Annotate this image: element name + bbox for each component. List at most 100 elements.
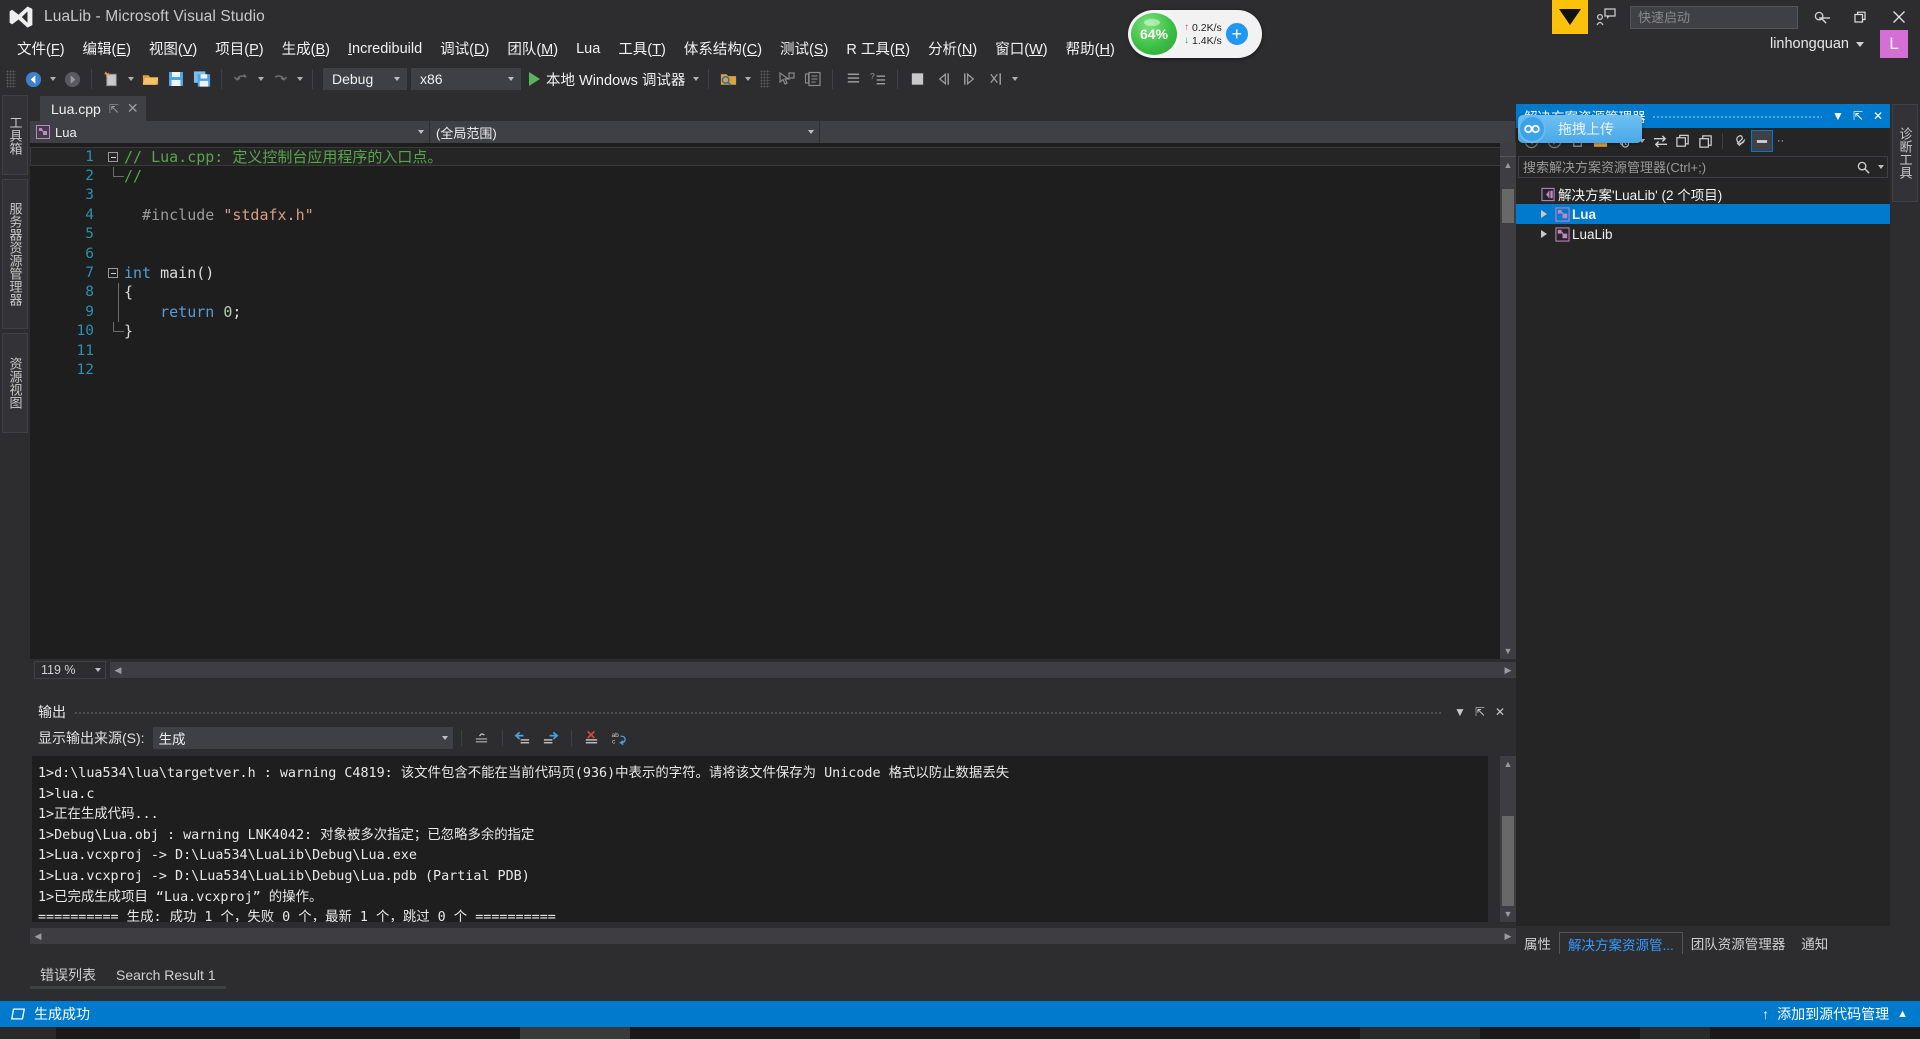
menu-item-2[interactable]: 视图(V) (140, 35, 206, 62)
output-dropdown-button[interactable]: ▼ (1450, 700, 1470, 724)
menu-item-7[interactable]: 团队(M) (498, 35, 567, 62)
code-line[interactable]: 3 (30, 186, 1516, 205)
scroll-right-arrow-icon[interactable]: ▶ (1500, 928, 1516, 944)
right-dock-tab-0[interactable]: 诊断工具 (1892, 104, 1918, 202)
fold-margin[interactable] (102, 151, 124, 162)
close-icon[interactable]: ✕ (127, 100, 139, 117)
menu-item-8[interactable]: Lua (567, 38, 609, 60)
clear-output-button[interactable] (470, 726, 494, 750)
find-dropdown[interactable] (741, 67, 754, 91)
solution-explorer-bottom-tab-3[interactable]: 通知 (1793, 932, 1836, 954)
scroll-up-arrow-icon[interactable]: ▲ (1500, 157, 1516, 173)
scroll-left-arrow-icon[interactable]: ◀ (30, 928, 46, 944)
code-line[interactable]: 4 #include "stdafx.h" (30, 205, 1516, 224)
menu-item-14[interactable]: 窗口(W) (986, 35, 1056, 62)
tree-row[interactable]: Lua (1516, 204, 1890, 224)
scrollbar-thumb[interactable] (1502, 189, 1514, 223)
refresh-button[interactable] (1672, 130, 1694, 152)
navbar-member-combo[interactable] (820, 121, 1516, 143)
code-line[interactable]: 12 (30, 360, 1516, 379)
code-line[interactable]: 7 int main() (30, 263, 1516, 282)
code-line[interactable]: 10} (30, 322, 1516, 341)
menu-item-10[interactable]: 体系结构(C) (675, 35, 771, 62)
comment-lines-button[interactable] (839, 67, 865, 91)
scroll-down-arrow-icon[interactable]: ▼ (1500, 643, 1516, 659)
navbar-scope-combo[interactable]: (全局范围) (430, 121, 820, 143)
output-text-area[interactable]: 1>d:\lua534\lua\targetver.h : warning C4… (32, 756, 1488, 922)
clear-bookmarks-button[interactable] (982, 67, 1008, 91)
editor-horizontal-scrollbar[interactable]: ◀ ▶ (110, 662, 1516, 678)
collapse-all-button[interactable] (1695, 130, 1717, 152)
editor-vertical-scrollbar[interactable]: ▲ ▼ (1500, 143, 1516, 659)
solution-explorer-search-input[interactable] (1523, 159, 1852, 175)
menu-item-12[interactable]: R 工具(R) (837, 35, 919, 62)
avatar[interactable]: L (1880, 30, 1908, 58)
navbar-project-combo[interactable]: Lua (30, 121, 430, 143)
panel-close-button[interactable]: ✕ (1868, 104, 1888, 128)
menu-item-0[interactable]: 文件(F) (8, 35, 74, 62)
output-source-combo[interactable]: 生成 (152, 727, 453, 749)
minimize-button[interactable] (1806, 0, 1842, 34)
solution-platform-combo[interactable]: x86 (411, 68, 521, 90)
menu-item-4[interactable]: 生成(B) (273, 35, 339, 62)
open-file-button[interactable] (137, 67, 163, 91)
tree-row[interactable]: LuaLib (1516, 224, 1890, 244)
scroll-left-arrow-icon[interactable]: ◀ (110, 662, 126, 678)
start-debugging-button[interactable]: 本地 Windows 调试器 (521, 69, 689, 90)
toggle-word-wrap-button[interactable]: ab c (608, 726, 632, 750)
scrollbar-thumb[interactable] (1502, 816, 1514, 906)
toolbar-grip[interactable] (760, 70, 771, 88)
solution-configuration-combo[interactable]: Debug (323, 68, 407, 90)
fold-margin[interactable] (102, 282, 124, 303)
fold-margin[interactable] (102, 322, 124, 340)
view-class-diagram-button[interactable] (800, 67, 826, 91)
navigate-backward-dropdown[interactable] (46, 67, 59, 91)
navigate-backward-button[interactable] (20, 67, 46, 91)
quick-launch-box[interactable] (1630, 5, 1827, 29)
panel-pin-button[interactable]: ⇱ (1848, 104, 1868, 128)
panel-dropdown-button[interactable]: ▼ (1828, 104, 1848, 128)
code-line[interactable]: 9 return 0; (30, 302, 1516, 322)
document-tab-lua-cpp[interactable]: Lua.cpp ⇱ ✕ (40, 96, 146, 121)
search-options-dropdown[interactable] (1874, 156, 1887, 178)
menu-item-1[interactable]: 编辑(E) (74, 35, 140, 62)
go-to-previous-message-button[interactable] (511, 726, 535, 750)
restore-button[interactable] (1842, 0, 1878, 34)
toolbar-grip[interactable] (6, 70, 16, 88)
redo-dropdown[interactable] (293, 67, 306, 91)
menu-item-11[interactable]: 测试(S) (771, 35, 837, 62)
solution-explorer-bottom-tab-0[interactable]: 属性 (1516, 932, 1559, 954)
expander-arrow-icon[interactable] (1536, 230, 1552, 238)
solution-explorer-bottom-tab-2[interactable]: 团队资源管理器 (1683, 932, 1794, 954)
new-project-dropdown[interactable] (124, 67, 137, 91)
toggle-bookmark-button[interactable] (904, 67, 930, 91)
bottom-tab-0[interactable]: 错误列表 (30, 964, 106, 986)
fold-margin[interactable] (102, 268, 124, 279)
send-feedback-button[interactable] (1588, 0, 1624, 34)
output-close-button[interactable]: ✕ (1490, 700, 1510, 724)
undo-dropdown[interactable] (254, 67, 267, 91)
code-line[interactable]: 6 (30, 244, 1516, 263)
expander-arrow-icon[interactable] (1536, 210, 1552, 218)
sync-with-active-document-button[interactable] (1649, 130, 1671, 152)
toolbar-overflow-button[interactable] (1008, 67, 1021, 91)
taskbar-item[interactable] (520, 1027, 630, 1039)
code-editor-surface[interactable]: 1// Lua.cpp: 定义控制台应用程序的入口点。 2//3 4 #includ… (30, 143, 1516, 659)
scroll-up-arrow-icon[interactable]: ▲ (1500, 756, 1516, 772)
menu-item-6[interactable]: 调试(D) (431, 35, 498, 62)
save-all-button[interactable] (189, 67, 215, 91)
code-line[interactable]: 5 (30, 225, 1516, 244)
code-line[interactable]: 8{ (30, 282, 1516, 303)
go-to-definition-button[interactable] (774, 67, 800, 91)
code-line[interactable]: 1 // Lua.cpp: 定义控制台应用程序的入口点。 (30, 147, 1516, 167)
status-bar-right[interactable]: ↑ 添加到源代码管理 ▲ (1762, 1004, 1920, 1024)
save-button[interactable] (163, 67, 189, 91)
previous-bookmark-button[interactable] (930, 67, 956, 91)
next-bookmark-button[interactable] (956, 67, 982, 91)
menu-item-15[interactable]: 帮助(H) (1057, 35, 1124, 62)
editor-split-handle[interactable] (1500, 143, 1516, 157)
scroll-right-arrow-icon[interactable]: ▶ (1500, 662, 1516, 678)
undo-button[interactable] (228, 67, 254, 91)
scroll-down-arrow-icon[interactable]: ▼ (1500, 906, 1516, 922)
code-line[interactable]: 11 (30, 341, 1516, 360)
